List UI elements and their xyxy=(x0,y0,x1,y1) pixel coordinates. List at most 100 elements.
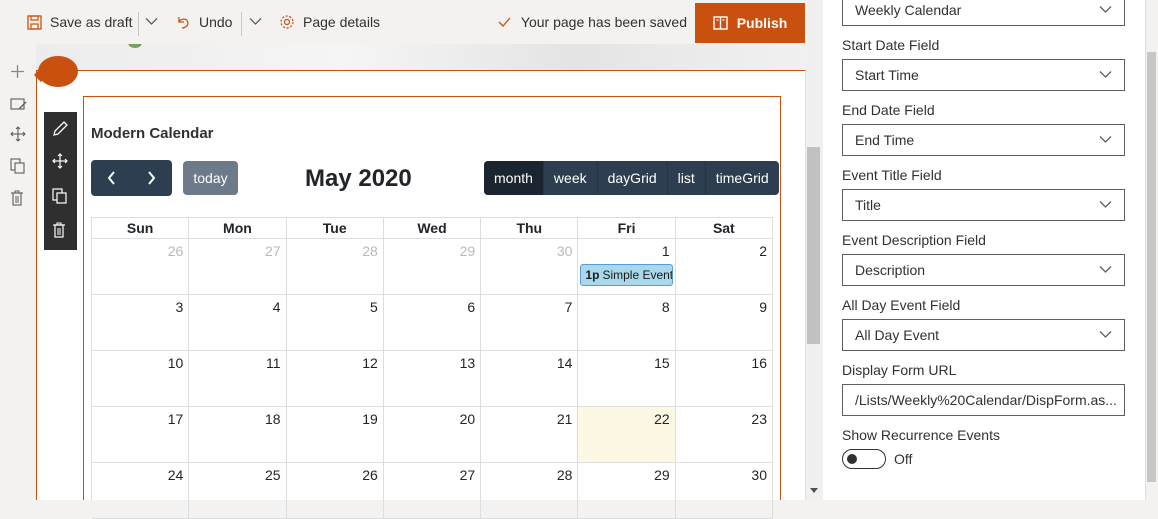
day-cell[interactable]: 14 xyxy=(481,351,579,407)
day-cell[interactable]: 30 xyxy=(675,463,773,519)
duplicate-icon[interactable] xyxy=(52,188,67,204)
day-number[interactable]: 10 xyxy=(168,355,184,371)
today-button[interactable]: today xyxy=(183,161,238,195)
day-number[interactable]: 25 xyxy=(265,467,281,483)
duplicate-icon[interactable] xyxy=(10,158,25,174)
day-cell[interactable]: 2 xyxy=(675,239,773,295)
day-number[interactable]: 28 xyxy=(362,243,378,259)
day-cell[interactable]: 18 xyxy=(189,407,287,463)
day-number[interactable]: 13 xyxy=(460,355,476,371)
page-details-button[interactable]: Page details xyxy=(279,0,380,44)
day-number[interactable]: 27 xyxy=(265,243,281,259)
day-number[interactable]: 27 xyxy=(460,467,476,483)
day-number[interactable]: 4 xyxy=(273,299,281,315)
list-dropdown[interactable]: Weekly Calendar xyxy=(842,0,1125,26)
undo-button[interactable]: Undo xyxy=(176,0,232,44)
day-number[interactable]: 18 xyxy=(265,411,281,427)
day-number[interactable]: 26 xyxy=(362,467,378,483)
end-date-field-dropdown[interactable]: End Time xyxy=(842,124,1125,156)
day-number[interactable]: 29 xyxy=(460,243,476,259)
day-cell[interactable]: 13 xyxy=(383,351,482,407)
day-number[interactable]: 11 xyxy=(266,355,281,371)
section-handle[interactable] xyxy=(38,56,78,87)
day-cell[interactable]: 29 xyxy=(383,239,482,295)
edit-pencil-icon[interactable] xyxy=(52,120,69,137)
save-as-draft-button[interactable]: Save as draft xyxy=(27,0,133,44)
day-cell[interactable]: 26 xyxy=(286,463,384,519)
day-cell[interactable]: 6 xyxy=(383,295,482,351)
all-day-event-field-dropdown[interactable]: All Day Event xyxy=(842,319,1125,351)
day-cell-today[interactable]: 22 xyxy=(578,407,676,463)
next-month-button[interactable] xyxy=(131,160,171,196)
day-cell[interactable]: 27 xyxy=(383,463,482,519)
day-number[interactable]: 1 xyxy=(662,243,670,259)
view-month-button[interactable]: month xyxy=(484,161,544,195)
start-date-field-dropdown[interactable]: Start Time xyxy=(842,59,1125,91)
chevron-down-icon[interactable] xyxy=(145,17,158,26)
day-number[interactable]: 30 xyxy=(751,467,767,483)
day-cell[interactable]: 1 1p Simple Event xyxy=(578,239,676,295)
day-cell[interactable]: 24 xyxy=(92,463,190,519)
day-number[interactable]: 2 xyxy=(759,243,767,259)
day-cell[interactable]: 29 xyxy=(578,463,676,519)
day-cell[interactable]: 28 xyxy=(286,239,384,295)
day-number[interactable]: 21 xyxy=(557,411,573,427)
day-cell[interactable]: 30 xyxy=(481,239,579,295)
display-form-url-input[interactable]: /Lists/Weekly%20Calendar/DispForm.as... xyxy=(842,384,1125,416)
prev-month-button[interactable] xyxy=(91,160,131,196)
day-cell[interactable]: 21 xyxy=(481,407,579,463)
day-number[interactable]: 5 xyxy=(370,299,378,315)
day-number[interactable]: 14 xyxy=(557,355,573,371)
day-cell[interactable]: 8 xyxy=(578,295,676,351)
chevron-down-icon[interactable] xyxy=(249,17,262,26)
view-week-button[interactable]: week xyxy=(544,161,598,195)
day-cell[interactable]: 9 xyxy=(675,295,773,351)
canvas-scrollbar-thumb[interactable] xyxy=(807,147,820,344)
day-cell[interactable]: 11 xyxy=(189,351,287,407)
delete-icon[interactable] xyxy=(52,222,66,238)
event-description-field-dropdown[interactable]: Description xyxy=(842,254,1125,286)
scroll-down-arrow-icon[interactable] xyxy=(810,488,818,493)
day-number[interactable]: 7 xyxy=(565,299,573,315)
day-cell[interactable]: 4 xyxy=(189,295,287,351)
show-recurrence-toggle[interactable] xyxy=(842,449,886,469)
delete-icon[interactable] xyxy=(10,190,24,206)
day-number[interactable]: 9 xyxy=(759,299,767,315)
day-cell[interactable]: 19 xyxy=(286,407,384,463)
day-number[interactable]: 29 xyxy=(654,467,670,483)
day-number[interactable]: 30 xyxy=(557,243,573,259)
pane-scrollbar-thumb[interactable] xyxy=(1147,52,1156,482)
day-number[interactable]: 12 xyxy=(362,355,378,371)
day-number[interactable]: 23 xyxy=(751,411,767,427)
move-icon[interactable] xyxy=(10,126,26,142)
day-cell[interactable]: 16 xyxy=(675,351,773,407)
day-cell[interactable]: 12 xyxy=(286,351,384,407)
move-icon[interactable] xyxy=(52,153,68,169)
publish-button[interactable]: Publish xyxy=(695,3,805,43)
day-number[interactable]: 3 xyxy=(175,299,183,315)
day-number[interactable]: 8 xyxy=(662,299,670,315)
day-cell[interactable]: 20 xyxy=(383,407,482,463)
day-number[interactable]: 20 xyxy=(460,411,476,427)
day-number[interactable]: 19 xyxy=(362,411,378,427)
day-cell[interactable]: 5 xyxy=(286,295,384,351)
day-cell[interactable]: 25 xyxy=(189,463,287,519)
day-cell[interactable]: 17 xyxy=(92,407,190,463)
view-timeGrid-button[interactable]: timeGrid xyxy=(706,161,779,195)
day-number[interactable]: 28 xyxy=(557,467,573,483)
day-number[interactable]: 16 xyxy=(751,355,767,371)
calendar-event[interactable]: 1p Simple Event xyxy=(580,264,673,286)
day-cell[interactable]: 26 xyxy=(92,239,190,295)
day-cell[interactable]: 15 xyxy=(578,351,676,407)
add-icon[interactable] xyxy=(10,64,25,79)
day-cell[interactable]: 27 xyxy=(189,239,287,295)
day-cell[interactable]: 28 xyxy=(481,463,579,519)
day-number[interactable]: 6 xyxy=(467,299,475,315)
day-cell[interactable]: 10 xyxy=(92,351,190,407)
day-number[interactable]: 17 xyxy=(168,411,184,427)
edit-section-icon[interactable] xyxy=(10,97,27,112)
view-dayGrid-button[interactable]: dayGrid xyxy=(598,161,668,195)
day-cell[interactable]: 7 xyxy=(481,295,579,351)
day-number[interactable]: 15 xyxy=(654,355,670,371)
day-number[interactable]: 22 xyxy=(654,411,670,427)
